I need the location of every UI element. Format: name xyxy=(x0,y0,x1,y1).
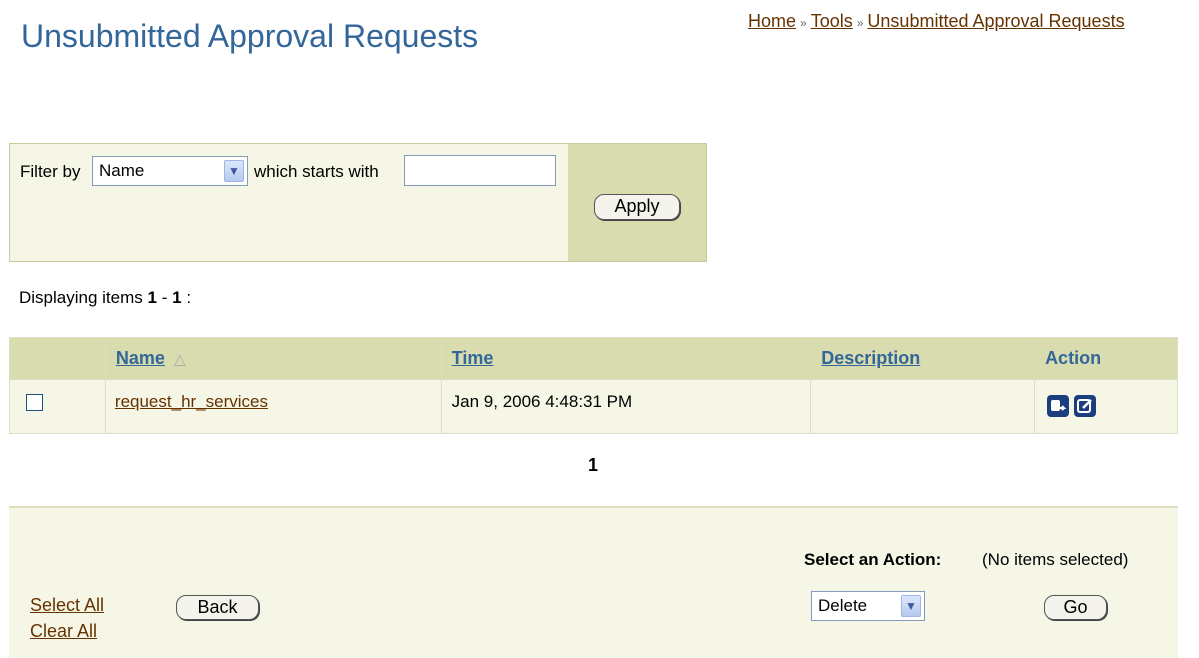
footer-action-bar xyxy=(9,506,1178,658)
column-header-name[interactable]: Name △ xyxy=(104,337,442,380)
row-description-cell xyxy=(810,379,1036,434)
results-range-dash: - xyxy=(161,288,168,307)
filter-field-value: Name xyxy=(99,161,145,180)
results-range-start: 1 xyxy=(147,288,157,307)
filter-by-label: Filter by xyxy=(20,162,81,181)
row-action-cell xyxy=(1034,379,1178,434)
row-checkbox[interactable] xyxy=(26,394,43,411)
filter-value-input[interactable] xyxy=(404,155,556,186)
column-header-time[interactable]: Time xyxy=(440,337,812,380)
table-row: request_hr_services Jan 9, 2006 4:48:31 … xyxy=(9,379,1178,434)
action-select[interactable]: Delete ▼ xyxy=(811,591,925,621)
sort-description-link[interactable]: Description xyxy=(821,348,920,368)
sort-time-link[interactable]: Time xyxy=(452,348,494,368)
breadcrumb-separator: » xyxy=(856,16,864,30)
select-action-label: Select an Action: xyxy=(804,550,942,569)
edit-icon-glyph xyxy=(1077,399,1092,413)
select-column-header xyxy=(9,337,106,380)
row-name-cell: request_hr_services xyxy=(104,379,442,434)
breadcrumb-separator: » xyxy=(800,16,807,30)
breadcrumb-home[interactable]: Home xyxy=(748,11,796,31)
back-button[interactable]: Back xyxy=(176,595,259,620)
clear-all-link[interactable]: Clear All xyxy=(30,621,97,642)
page-title: Unsubmitted Approval Requests xyxy=(21,18,479,54)
submit-icon-glyph xyxy=(1051,400,1067,411)
row-select-cell xyxy=(9,379,106,434)
column-header-description[interactable]: Description xyxy=(810,337,1036,380)
page-number[interactable]: 1 xyxy=(588,455,598,476)
column-header-action: Action xyxy=(1034,337,1178,380)
breadcrumb-tools[interactable]: Tools xyxy=(811,11,853,31)
breadcrumb: Home» Tools» Unsubmitted Approval Requests xyxy=(748,11,1125,32)
results-prefix: Displaying items xyxy=(19,288,143,307)
request-name-link[interactable]: request_hr_services xyxy=(115,392,268,411)
chevron-down-icon[interactable]: ▼ xyxy=(224,160,244,182)
go-button[interactable]: Go xyxy=(1044,595,1107,620)
submit-icon[interactable] xyxy=(1047,395,1070,417)
action-select-value: Delete xyxy=(818,596,868,615)
edit-icon[interactable] xyxy=(1074,395,1097,417)
row-time-cell: Jan 9, 2006 4:48:31 PM xyxy=(440,379,812,434)
selection-status: (No items selected) xyxy=(982,550,1129,569)
table-header-row: Name △ Time Description Action xyxy=(9,337,1178,380)
condition-label: which starts with xyxy=(254,162,379,181)
results-summary: Displaying items 1 - 1 : xyxy=(19,288,191,308)
chevron-down-icon[interactable]: ▼ xyxy=(901,595,921,617)
apply-button[interactable]: Apply xyxy=(594,194,680,220)
requests-table: Name △ Time Description Action request_h… xyxy=(9,337,1178,434)
results-suffix: : xyxy=(186,288,192,307)
results-range-end: 1 xyxy=(172,288,182,307)
filter-field-select[interactable]: Name ▼ xyxy=(92,156,248,186)
sort-name-link[interactable]: Name xyxy=(116,348,165,368)
select-all-link[interactable]: Select All xyxy=(30,595,104,616)
breadcrumb-current[interactable]: Unsubmitted Approval Requests xyxy=(867,11,1124,31)
sort-ascending-icon: △ xyxy=(173,351,186,368)
